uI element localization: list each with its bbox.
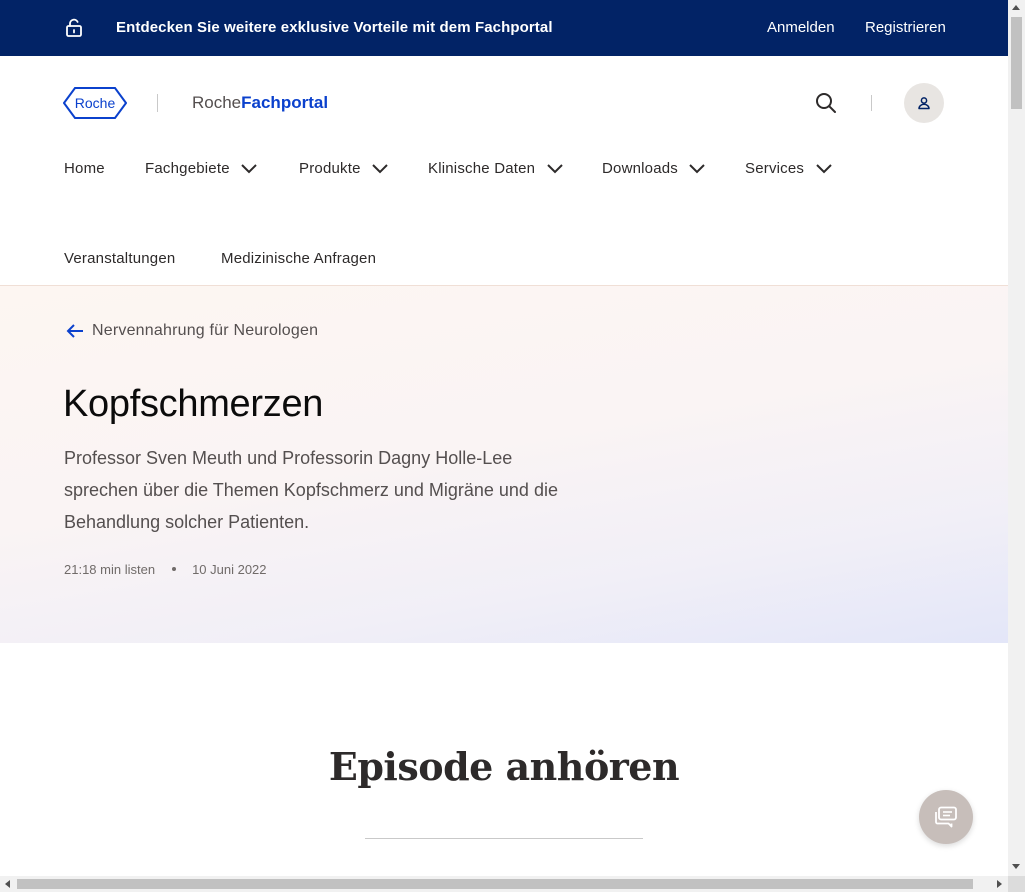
nav-item-label: Medizinische Anfragen <box>221 250 377 267</box>
page: Entdecken Sie weitere exklusive Vorteile… <box>0 0 1008 876</box>
nav-item-klinische-daten[interactable]: Klinische Daten <box>428 160 564 177</box>
chevron-down-icon <box>689 164 706 174</box>
nav-item-produkte[interactable]: Produkte <box>299 160 389 177</box>
scroll-up-arrow-icon[interactable] <box>1012 5 1020 10</box>
roche-logo[interactable]: Roche <box>63 86 127 120</box>
episode-meta: 21:18 min listen 10 Juni 2022 <box>64 562 267 577</box>
nav-item-medizinische-anfragen[interactable]: Medizinische Anfragen <box>221 250 376 267</box>
chevron-down-icon <box>815 164 832 174</box>
brand-prefix: Roche <box>192 93 242 112</box>
chat-button[interactable] <box>919 790 973 844</box>
separator-dot <box>172 567 177 571</box>
register-link[interactable]: Registrieren <box>865 19 946 36</box>
promo-text: Entdecken Sie weitere exklusive Vorteile… <box>116 19 553 36</box>
nav-item-fachgebiete[interactable]: Fachgebiete <box>145 160 258 177</box>
episode-heading: Episode anhören <box>328 744 680 789</box>
nav-item-home[interactable]: Home <box>64 160 105 177</box>
lock-icon <box>66 18 82 37</box>
horizontal-scrollbar[interactable] <box>0 876 1008 892</box>
episode-divider <box>365 838 643 839</box>
scroll-right-arrow-icon[interactable] <box>997 880 1002 888</box>
scrollbar-corner <box>1008 876 1025 892</box>
brand-suffix: Fachportal <box>241 93 329 112</box>
nav-item-label: Services <box>745 160 805 177</box>
back-link-label: Nervennahrung für Neurologen <box>92 322 319 339</box>
login-link[interactable]: Anmelden <box>767 19 835 36</box>
chevron-down-icon <box>372 164 388 174</box>
nav-item-label: Home <box>64 160 105 177</box>
nav-item-label: Downloads <box>602 160 679 177</box>
nav-item-label: Produkte <box>299 160 361 177</box>
logo-divider <box>157 94 158 112</box>
horizontal-scroll-thumb[interactable] <box>17 879 973 889</box>
svg-text:Roche: Roche <box>75 95 116 111</box>
chat-icon <box>935 806 957 828</box>
nav-item-label: Klinische Daten <box>428 160 536 177</box>
user-account-button[interactable] <box>904 83 944 123</box>
nav-item-label: Fachgebiete <box>145 160 230 177</box>
nav-item-services[interactable]: Services <box>745 160 833 177</box>
user-icon <box>918 97 930 110</box>
search-icon[interactable] <box>814 91 838 115</box>
chevron-down-icon <box>546 164 563 174</box>
vertical-scroll-thumb[interactable] <box>1011 17 1022 109</box>
page-description: Professor Sven Meuth und Professorin Dag… <box>64 448 558 532</box>
nav-item-label: Veranstaltungen <box>64 250 176 267</box>
arrow-left-icon <box>66 324 83 338</box>
back-link[interactable]: Nervennahrung für Neurologen <box>66 322 318 340</box>
nav-item-downloads[interactable]: Downloads <box>602 160 706 177</box>
brand-name[interactable]: RocheFachportal <box>192 93 328 113</box>
duration-text: 21:18 min listen <box>64 562 156 577</box>
header-divider <box>871 95 872 111</box>
date-text: 10 Juni 2022 <box>192 562 267 577</box>
chevron-down-icon <box>241 164 257 174</box>
top-banner: Entdecken Sie weitere exklusive Vorteile… <box>0 0 1008 56</box>
page-title: Kopfschmerzen <box>63 383 324 425</box>
nav-item-veranstaltungen[interactable]: Veranstaltungen <box>64 250 175 267</box>
vertical-scrollbar[interactable] <box>1008 0 1025 876</box>
scroll-left-arrow-icon[interactable] <box>5 880 10 888</box>
scroll-down-arrow-icon[interactable] <box>1012 864 1020 869</box>
